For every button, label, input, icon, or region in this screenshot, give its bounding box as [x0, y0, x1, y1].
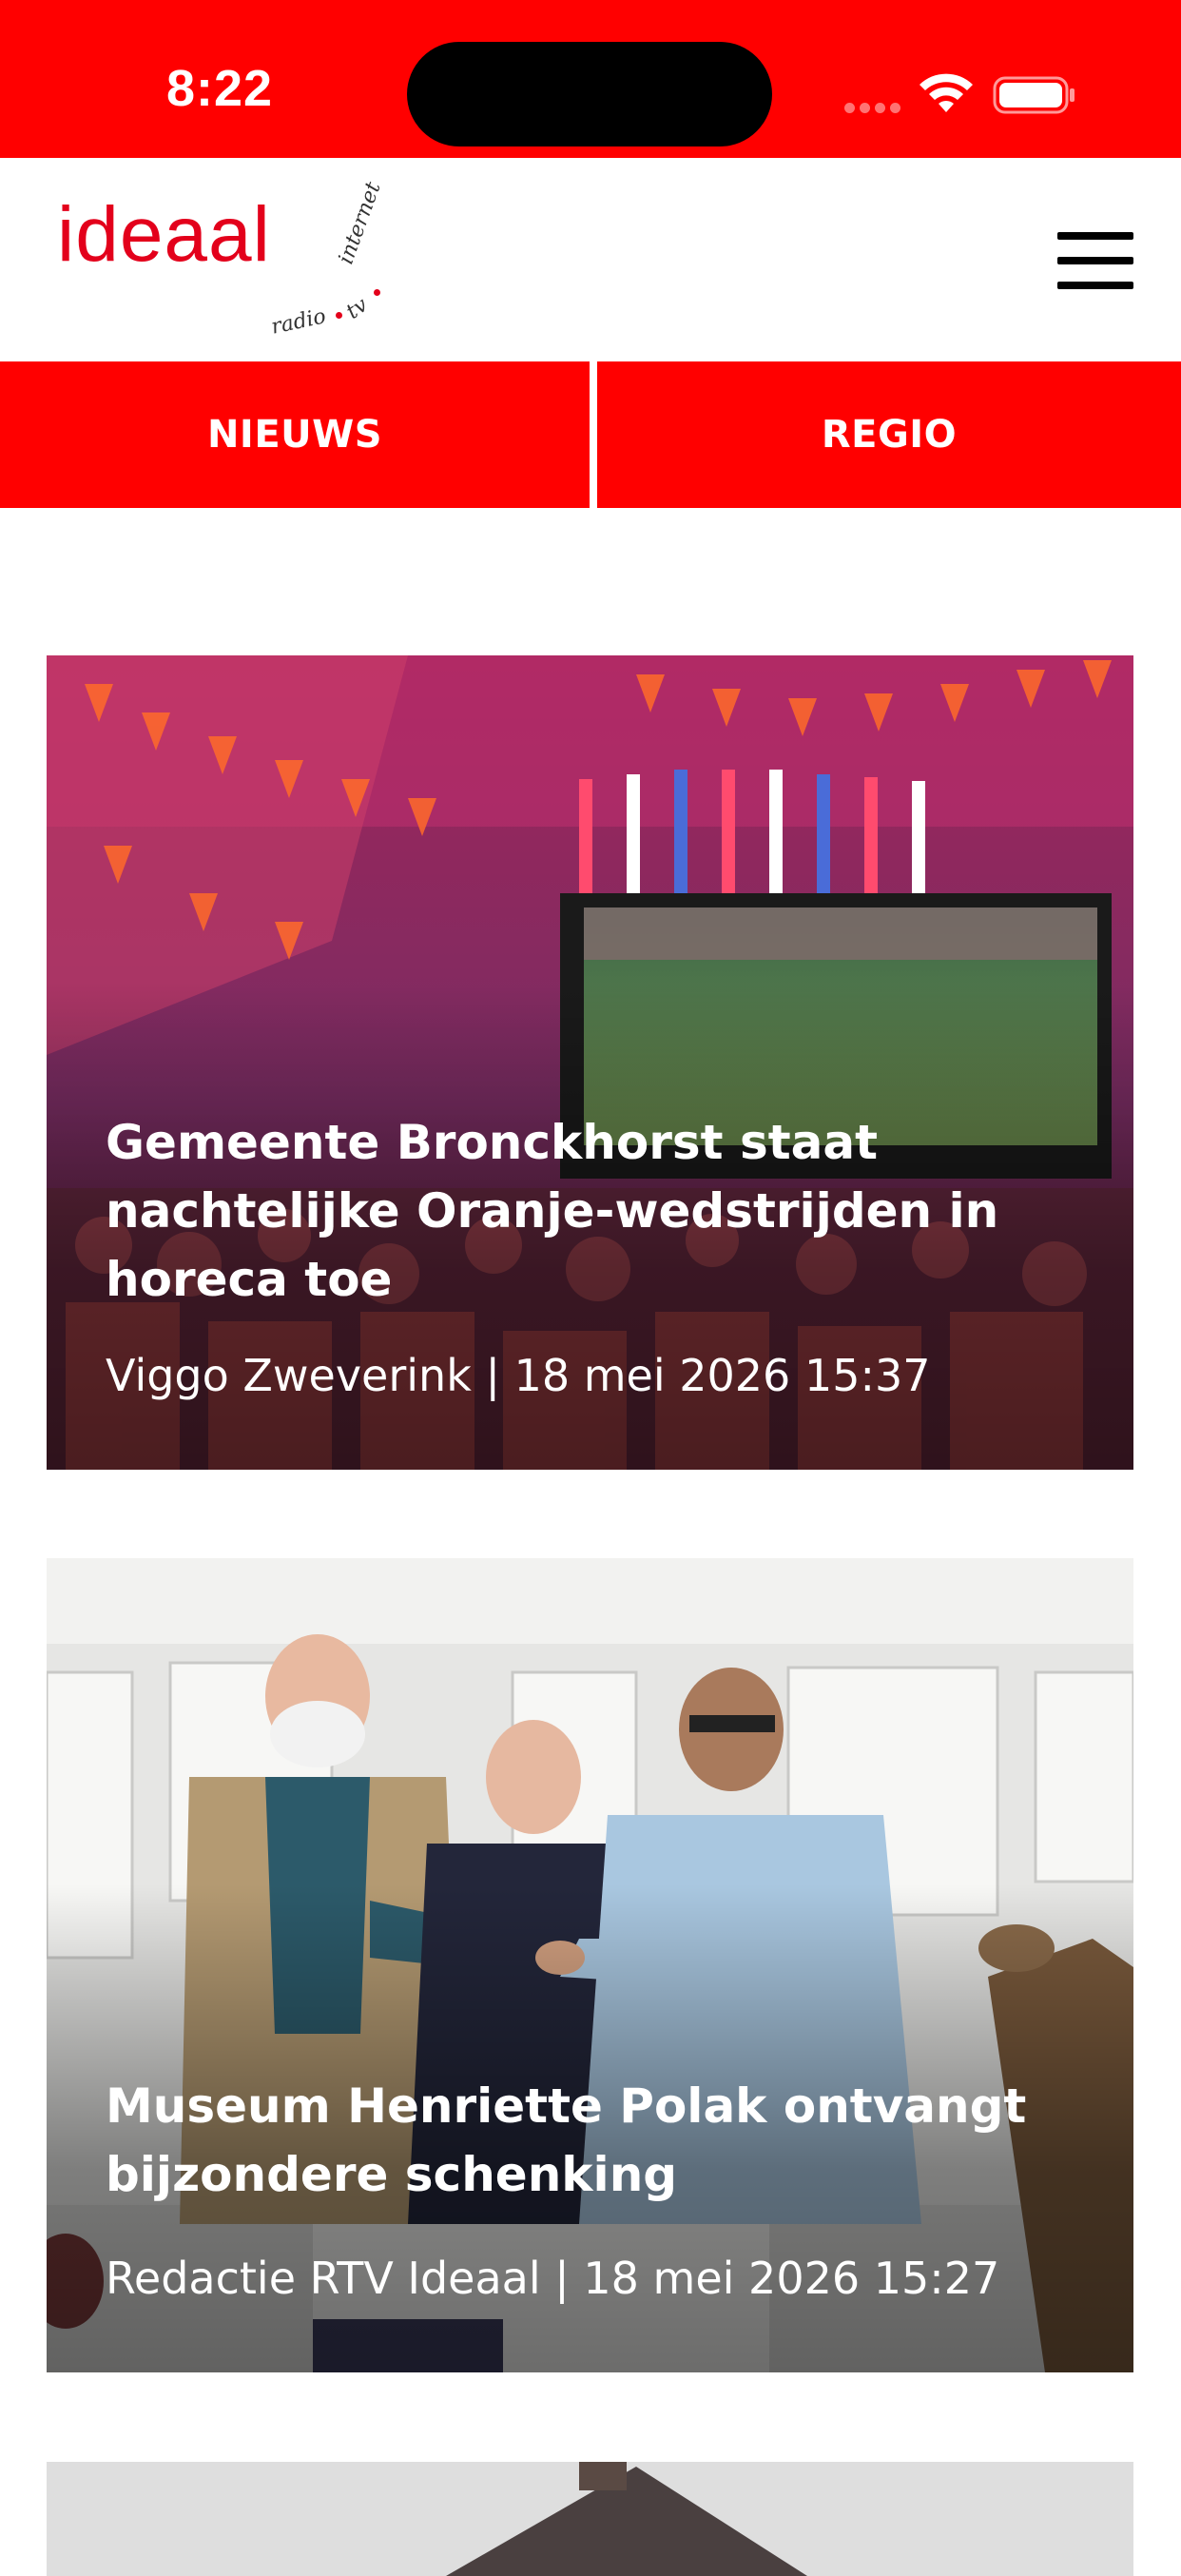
hamburger-menu-icon[interactable] [1057, 232, 1133, 289]
article-card[interactable]: Museum Henriette Polak ontvangt bijzonde… [47, 1558, 1133, 2372]
logo-tagline-radio: radio [269, 304, 328, 340]
tab-regio[interactable]: REGIO [597, 361, 1181, 508]
article-meta: Redactie RTV Ideaal | 18 mei 2026 15:27 [106, 2253, 1000, 2304]
article-title[interactable]: Gemeente Bronckhorst staat nachtelijke O… [106, 1108, 1075, 1314]
logo-tagline: radio tv internet [214, 179, 404, 340]
wifi-icon [920, 73, 973, 112]
cellular-signal-icon [844, 99, 905, 117]
ideaal-logo[interactable]: ideaal radio tv internet [57, 179, 386, 340]
status-bar: 8:22 [0, 0, 1181, 158]
tab-nieuws[interactable]: NIEUWS [0, 361, 590, 508]
article-title[interactable]: Museum Henriette Polak ontvangt bijzonde… [106, 2072, 1075, 2209]
article-meta: Viggo Zweverink | 18 mei 2026 15:37 [106, 1350, 931, 1401]
logo-tagline-internet: internet [334, 179, 386, 267]
status-time: 8:22 [166, 60, 274, 117]
battery-icon [993, 76, 1075, 114]
article-card[interactable] [47, 2462, 1133, 2576]
app-header: ideaal radio tv internet [0, 158, 1181, 361]
article-image-overlay [47, 1558, 1133, 2372]
category-tabs: NIEUWS REGIO [0, 361, 1181, 508]
logo-tagline-tv: tv [341, 293, 373, 324]
article-image-house [47, 2462, 1133, 2576]
article-card[interactable]: Gemeente Bronckhorst staat nachtelijke O… [47, 655, 1133, 1470]
article-image-overlay [47, 655, 1133, 1470]
dynamic-island [407, 42, 772, 146]
